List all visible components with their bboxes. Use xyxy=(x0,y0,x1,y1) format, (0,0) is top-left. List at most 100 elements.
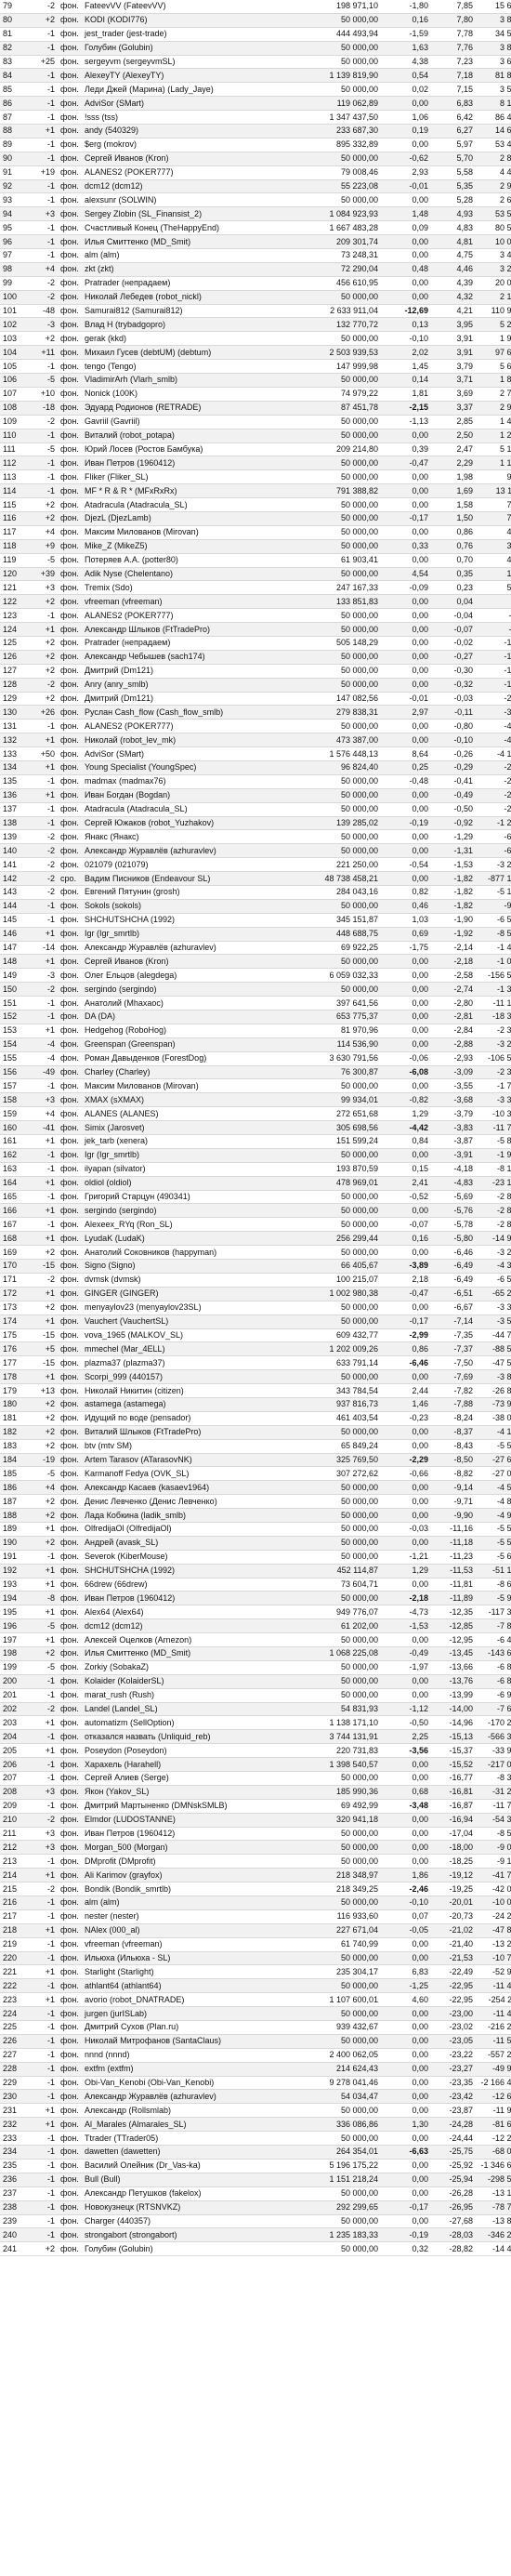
participant-name-cell[interactable]: Иван Петров (1960412) xyxy=(82,1591,308,1606)
participant-name-cell[interactable]: andy (540329) xyxy=(82,124,308,139)
participant-name-cell[interactable]: Роман Давыденков (ForestDog) xyxy=(82,1051,308,1066)
participant-name-cell[interactable]: jek_tarb (xenera) xyxy=(82,1134,308,1149)
participant-name-cell[interactable]: jest_trader (jest-trade) xyxy=(82,27,308,42)
participant-name-cell[interactable]: Obi-Van_Kenobi (Obi-Van_Kenobi) xyxy=(82,2076,308,2091)
participant-name-cell[interactable]: Gavriil (Gavriil) xyxy=(82,415,308,429)
participant-name-cell[interactable]: OlfredijaOl (OlfredijaOl) xyxy=(82,1522,308,1537)
participant-name-cell[interactable]: Харахель (Harahell) xyxy=(82,1757,308,1772)
participant-name-cell[interactable]: Сергей Иванов (Kron) xyxy=(82,954,308,970)
participant-name-cell[interactable]: Atadracula (Atadracula_SL) xyxy=(82,497,308,512)
participant-name-cell[interactable]: Александр Петушков (fakelox) xyxy=(82,2186,308,2201)
participant-name-cell[interactable]: AlexeyTY (AlexeyTY) xyxy=(82,68,308,84)
participant-name-cell[interactable]: Adik Nyse (Chelentano) xyxy=(82,567,308,582)
participant-name-cell[interactable]: alm (alm) xyxy=(82,1896,308,1910)
participant-name-cell[interactable]: Kolaider (KolaiderSL) xyxy=(82,1674,308,1689)
participant-name-cell[interactable]: automatizm (SellOption) xyxy=(82,1715,308,1731)
participant-name-cell[interactable]: Fliker (Fliker_SL) xyxy=(82,469,308,485)
participant-name-cell[interactable]: avorio (robot_DNATRADE) xyxy=(82,1992,308,2008)
participant-name-cell[interactable]: Ильюха (Ильюха - SL) xyxy=(82,1951,308,1966)
participant-name-cell[interactable]: !sss (tss) xyxy=(82,110,308,125)
participant-name-cell[interactable]: отказался назвать (Unliquid_reb) xyxy=(82,1729,308,1745)
participant-name-cell[interactable]: Alex64 (Alex64) xyxy=(82,1605,308,1620)
participant-name-cell[interactable]: Голубин (Golubin) xyxy=(82,2241,308,2257)
participant-name-cell[interactable]: tengo (Tengo) xyxy=(82,359,308,375)
participant-name-cell[interactable]: Илья Смиттенко (MD_Smit) xyxy=(82,234,308,250)
participant-name-cell[interactable]: jurgen (jurISLab) xyxy=(82,2006,308,2022)
participant-name-cell[interactable]: Ttrader (TTrader05) xyxy=(82,2131,308,2147)
participant-name-cell[interactable]: Severok (KiberMouse) xyxy=(82,1550,308,1565)
participant-name-cell[interactable]: GINGER (GINGER) xyxy=(82,1287,308,1301)
participant-name-cell[interactable]: Анатолий (Mhaxaoc) xyxy=(82,996,308,1011)
participant-name-cell[interactable]: btv (mtv SM) xyxy=(82,1439,308,1454)
participant-name-cell[interactable]: Sergey Zlobin (SL_Finansist_2) xyxy=(82,206,308,222)
participant-name-cell[interactable]: nnnd (nnnd) xyxy=(82,2048,308,2063)
participant-name-cell[interactable]: Simix (Jarosvet) xyxy=(82,1120,308,1136)
participant-name-cell[interactable]: Young Specialist (YoungSpec) xyxy=(82,760,308,775)
participant-name-cell[interactable]: Руслан Cash_flow (Cash_flow_smlb) xyxy=(82,705,308,720)
participant-name-cell[interactable]: Hedgehog (RoboHog) xyxy=(82,1024,308,1038)
participant-name-cell[interactable]: 66drew (66drew) xyxy=(82,1578,308,1592)
participant-name-cell[interactable]: XMAX (sXMAX) xyxy=(82,1092,308,1108)
participant-name-cell[interactable]: Александр Касаев (kasaev1964) xyxy=(82,1480,308,1496)
participant-name-cell[interactable]: Влад Н (trybadgopro) xyxy=(82,317,308,333)
participant-name-cell[interactable]: Михаил Гусев (debtUM) (debtum) xyxy=(82,345,308,361)
participant-name-cell[interactable]: DjezL (DjezLamb) xyxy=(82,511,308,526)
participant-name-cell[interactable]: 021079 (021079) xyxy=(82,857,308,873)
participant-name-cell[interactable]: sergindo (sergindo) xyxy=(82,1203,308,1219)
participant-name-cell[interactable]: Николай Митрофанов (SantaClaus) xyxy=(82,2034,308,2049)
participant-name-cell[interactable]: astamega (astamega) xyxy=(82,1397,308,1412)
participant-name-cell[interactable]: athlant64 (athlant64) xyxy=(82,1978,308,1994)
participant-name-cell[interactable]: Василий Олейник (Dr_Vas-ka) xyxy=(82,2159,308,2173)
participant-name-cell[interactable]: dawetten (dawetten) xyxy=(82,2145,308,2160)
participant-name-cell[interactable]: dvmsk (dvmsk) xyxy=(82,1273,308,1288)
participant-name-cell[interactable]: SHCHUTSHCHA (1992) xyxy=(82,913,308,928)
participant-name-cell[interactable]: Greenspan (Greenspan) xyxy=(82,1037,308,1052)
participant-name-cell[interactable]: Николай Никитин (citizen) xyxy=(82,1383,308,1398)
participant-name-cell[interactable]: Zorkiy (SobakaZ) xyxy=(82,1660,308,1675)
participant-name-cell[interactable]: KODI (KODI776) xyxy=(82,13,308,28)
participant-name-cell[interactable]: zkt (zkt) xyxy=(82,262,308,277)
participant-name-cell[interactable]: Morgan_500 (Morgan) xyxy=(82,1840,308,1856)
participant-name-cell[interactable]: marat_rush (Rush) xyxy=(82,1688,308,1703)
participant-name-cell[interactable]: sergeyvm (sergeyvmSL) xyxy=(82,55,308,70)
participant-name-cell[interactable]: SHCHUTSHCHA (1992) xyxy=(82,1564,308,1579)
participant-name-cell[interactable]: Янакс (Янакс) xyxy=(82,829,308,845)
participant-name-cell[interactable]: Эдуард Родионов (RETRADE) xyxy=(82,401,308,416)
participant-name-cell[interactable]: NAlex (000_al) xyxy=(82,1923,308,1938)
participant-name-cell[interactable]: Григорий Старцун (490341) xyxy=(82,1190,308,1205)
participant-name-cell[interactable]: dcm12 (dcm12) xyxy=(82,1618,308,1634)
participant-name-cell[interactable]: Samurai812 (Samurai812) xyxy=(82,304,308,319)
participant-name-cell[interactable]: Elmdor (LUDOSTANNE) xyxy=(82,1813,308,1828)
participant-name-cell[interactable]: extfm (extfm) xyxy=(82,2062,308,2077)
participant-name-cell[interactable]: mmechel (Mar_4ELL) xyxy=(82,1341,308,1357)
participant-name-cell[interactable]: Сергей Иванов (Kron) xyxy=(82,152,308,166)
participant-name-cell[interactable]: sergindo (sergindo) xyxy=(82,982,308,997)
participant-name-cell[interactable]: menyaylov23 (menyaylov23SL) xyxy=(82,1301,308,1315)
participant-name-cell[interactable]: Сергей Алиев (Serge) xyxy=(82,1771,308,1786)
participant-name-cell[interactable]: ALANES2 (POKER777) xyxy=(82,608,308,624)
participant-name-cell[interactable]: Александр Чебышев (sach174) xyxy=(82,650,308,665)
participant-name-cell[interactable]: vfreeman (vfreeman) xyxy=(82,1937,308,1952)
participant-name-cell[interactable]: DMprofit (DMprofit) xyxy=(82,1854,308,1869)
participant-name-cell[interactable]: Starlight (Starlight) xyxy=(82,1964,308,1980)
participant-name-cell[interactable]: Идущий по воде (pensador) xyxy=(82,1411,308,1426)
participant-name-cell[interactable]: Николай Лебедев (robot_nickl) xyxy=(82,290,308,305)
participant-name-cell[interactable]: AdviSor (SMart) xyxy=(82,746,308,761)
participant-name-cell[interactable]: dcm12 (dcm12) xyxy=(82,179,308,194)
participant-name-cell[interactable]: alexsunr (SOLWIN) xyxy=(82,192,308,208)
participant-name-cell[interactable]: ilyapan (silvator) xyxy=(82,1162,308,1177)
participant-name-cell[interactable]: LyudaK (LudaK) xyxy=(82,1231,308,1247)
participant-name-cell[interactable]: plazma37 (plazma37) xyxy=(82,1355,308,1371)
participant-name-cell[interactable]: Андрей (avask_SL) xyxy=(82,1536,308,1551)
participant-name-cell[interactable]: Дмитрий (Dm121) xyxy=(82,664,308,679)
participant-name-cell[interactable]: Karmanoff Fedya (OVK_SL) xyxy=(82,1466,308,1482)
participant-name-cell[interactable]: Александр (Rollsmlab) xyxy=(82,2103,308,2119)
participant-name-cell[interactable]: Олег Ельцов (alegdega) xyxy=(82,968,308,984)
participant-name-cell[interactable]: Igr (Igr_smrtlb) xyxy=(82,1148,308,1163)
participant-name-cell[interactable]: strongabort (strongabort) xyxy=(82,2227,308,2243)
participant-name-cell[interactable]: Дмитрий Сухов (Plan.ru) xyxy=(82,2020,308,2035)
participant-name-cell[interactable]: Александр Журавлёв (azhuravlev) xyxy=(82,2089,308,2105)
participant-name-cell[interactable]: Scorpi_999 (440157) xyxy=(82,1369,308,1385)
participant-name-cell[interactable]: Александр Журавлёв (azhuravlev) xyxy=(82,843,308,859)
participant-name-cell[interactable]: Максим Милованов (Mirovan) xyxy=(82,525,308,540)
